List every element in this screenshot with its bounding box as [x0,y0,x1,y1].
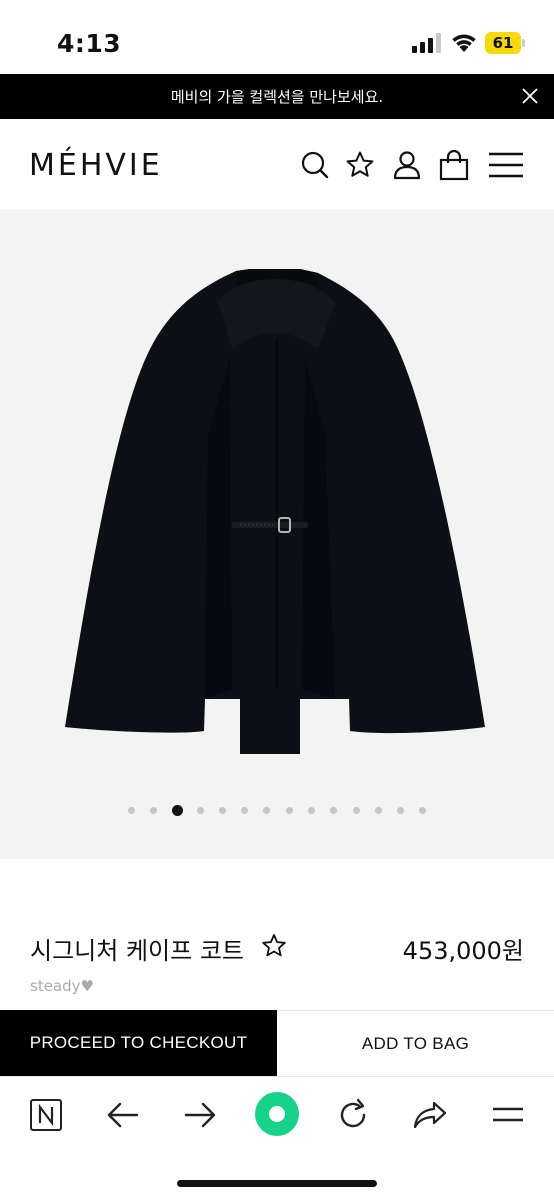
carousel-dot[interactable] [353,807,360,814]
carousel-dot[interactable] [263,807,270,814]
carousel-dots [0,804,554,818]
wifi-icon [452,34,476,52]
home-indicator [177,1180,377,1187]
carousel-dot[interactable] [197,807,204,814]
close-icon[interactable] [520,86,540,106]
product-price: 453,000원 [402,937,524,965]
forward-arrow-icon[interactable] [178,1093,222,1137]
carousel-dot[interactable] [219,807,226,814]
back-arrow-icon[interactable] [101,1093,145,1137]
share-icon[interactable] [408,1093,452,1137]
green-dot-icon[interactable] [252,1089,302,1139]
carousel-dot[interactable] [375,807,382,814]
carousel-dot[interactable] [419,807,426,814]
bag-icon[interactable] [438,149,470,181]
status-time: 4:13 [57,29,122,58]
refresh-icon[interactable] [331,1093,375,1137]
carousel-dot[interactable] [128,807,135,814]
search-icon[interactable] [299,149,331,181]
battery-icon: 61 [485,32,525,54]
naver-icon[interactable] [24,1093,68,1137]
carousel-dot[interactable] [397,807,404,814]
cellular-signal-icon [412,33,441,53]
carousel-dot[interactable] [286,807,293,814]
site-header: MÉHVIE [0,119,554,209]
carousel-dot[interactable] [241,807,248,814]
product-image[interactable] [0,209,554,779]
product-image-gallery[interactable] [0,209,554,859]
add-to-bag-button[interactable]: ADD TO BAG [277,1010,554,1076]
seller-name: steady♥ [30,977,94,995]
carousel-dot[interactable] [150,807,157,814]
menu-icon[interactable] [487,149,525,181]
proceed-to-checkout-button[interactable]: PROCEED TO CHECKOUT [0,1010,277,1076]
carousel-dot[interactable] [308,807,315,814]
promo-banner-text: 메비의 가을 컬렉션을 만나보세요. [170,88,384,106]
menu-icon[interactable] [486,1093,530,1137]
carousel-dot-active[interactable] [172,805,183,816]
star-icon[interactable] [344,149,376,181]
carousel-dot[interactable] [330,807,337,814]
brand-logo[interactable]: MÉHVIE [29,148,163,183]
battery-level: 61 [492,34,514,52]
product-name: 시그니처 케이프 코트 [30,937,244,965]
star-icon[interactable] [260,932,288,960]
user-icon[interactable] [391,149,423,181]
promo-banner[interactable]: 메비의 가을 컬렉션을 만나보세요. [0,74,554,119]
status-bar: 4:13 61 [0,0,554,74]
